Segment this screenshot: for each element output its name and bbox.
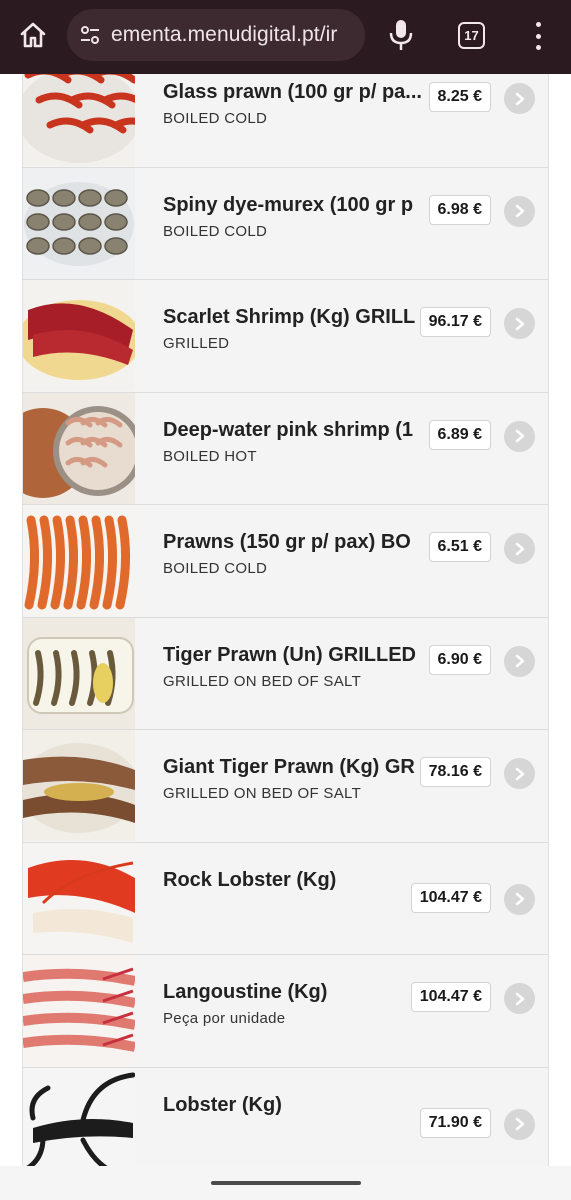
price-badge: 78.16 € [419,757,491,787]
price-badge: 71.90 € [419,1107,491,1138]
dish-description: GRILLED ON BED OF SALT [163,785,362,802]
menu-list: Glass prawn (100 gr p/ pa... BOILED COLD… [22,74,549,1166]
menu-item[interactable]: Scarlet Shrimp (Kg) GRILL GRILLED 96.17 … [22,280,549,393]
dish-description: BOILED COLD [163,222,268,240]
price-badge: 104.47 € [410,882,491,913]
dish-name: Glass prawn (100 gr p/ pa... [163,81,422,103]
dish-description: GRILLED [163,335,230,352]
dish-name: Langoustine (Kg) [163,981,328,1003]
url-text[interactable]: ementa.menudigital.pt/ir [111,23,338,47]
menu-item[interactable]: Deep-water pink shrimp (1 BOILED HOT 6.8… [22,392,549,505]
dish-description: BOILED HOT [163,447,257,465]
price-badge: 6.51 € [428,532,491,562]
menu-item[interactable]: Prawns (150 gr p/ pax) BO BOILED COLD 6.… [22,505,549,618]
dish-name: Scarlet Shrimp (Kg) GRILL [163,306,416,328]
chevron-right-icon[interactable] [504,645,535,677]
menu-item[interactable]: Langoustine (Kg) Peça por unidade 104.47… [22,955,549,1068]
price-badge: 6.98 € [428,194,491,225]
dish-photo [23,1067,135,1166]
chevron-right-icon[interactable] [504,1108,535,1140]
gesture-handle[interactable] [211,1181,361,1185]
dish-description: BOILED COLD [163,560,268,577]
dish-description: BOILED COLD [163,110,268,127]
system-nav-bar [0,1166,571,1200]
dish-photo [23,617,135,729]
dish-name: Deep-water pink shrimp (1 [163,418,414,441]
dish-photo [23,842,135,954]
chevron-right-icon[interactable] [504,883,535,915]
menu-item[interactable]: Rock Lobster (Kg) 104.47 € [22,842,549,955]
menu-item[interactable]: Spiny dye-murex (100 gr p BOILED COLD 6.… [22,167,549,280]
dish-name: Prawns (150 gr p/ pax) BO [163,531,411,553]
site-settings-icon[interactable] [79,24,101,46]
price-badge: 6.89 € [428,419,491,450]
menu-content: Glass prawn (100 gr p/ pa... BOILED COLD… [0,74,571,1166]
menu-item[interactable]: Glass prawn (100 gr p/ pa... BOILED COLD… [22,74,549,168]
chevron-right-icon[interactable] [504,758,535,789]
dish-name: Tiger Prawn (Un) GRILLED [163,643,416,666]
chevron-right-icon[interactable] [504,533,535,564]
mic-icon[interactable] [388,18,414,52]
chevron-right-icon[interactable] [504,420,535,452]
dish-description: GRILLED ON BED OF SALT [163,672,362,690]
menu-item[interactable]: Giant Tiger Prawn (Kg) GR GRILLED ON BED… [22,730,549,843]
chevron-right-icon[interactable] [504,308,535,339]
dish-name: Giant Tiger Prawn (Kg) GR [163,756,415,778]
price-badge: 104.47 € [410,982,491,1012]
address-bar[interactable]: ementa.menudigital.pt/ir [67,9,365,61]
price-badge: 6.90 € [428,644,491,675]
dish-name: Spiny dye-murex (100 gr p [163,193,414,216]
price-badge: 96.17 € [419,307,491,337]
dish-description: Peça por unidade [163,1010,286,1027]
dish-photo [23,280,135,391]
home-icon[interactable] [18,20,48,50]
chevron-right-icon[interactable] [504,983,535,1014]
chevron-right-icon[interactable] [504,83,535,114]
tabs-icon[interactable]: 17 [458,22,485,49]
chevron-right-icon[interactable] [504,195,535,227]
menu-item[interactable]: Tiger Prawn (Un) GRILLED GRILLED ON BED … [22,617,549,730]
dish-photo [23,392,135,504]
browser-toolbar: ementa.menudigital.pt/ir 17 [0,0,571,74]
menu-item[interactable]: Lobster (Kg) 71.90 € [22,1067,549,1166]
dish-photo [23,74,135,166]
price-badge: 8.25 € [428,82,491,112]
dish-name: Rock Lobster (Kg) [163,868,337,891]
dish-photo [23,167,135,279]
tab-count: 17 [464,28,479,43]
dish-photo [23,955,135,1066]
more-menu-icon[interactable] [530,22,546,50]
dish-photo [23,505,135,616]
dish-name: Lobster (Kg) [163,1093,282,1116]
dish-photo [23,730,135,841]
